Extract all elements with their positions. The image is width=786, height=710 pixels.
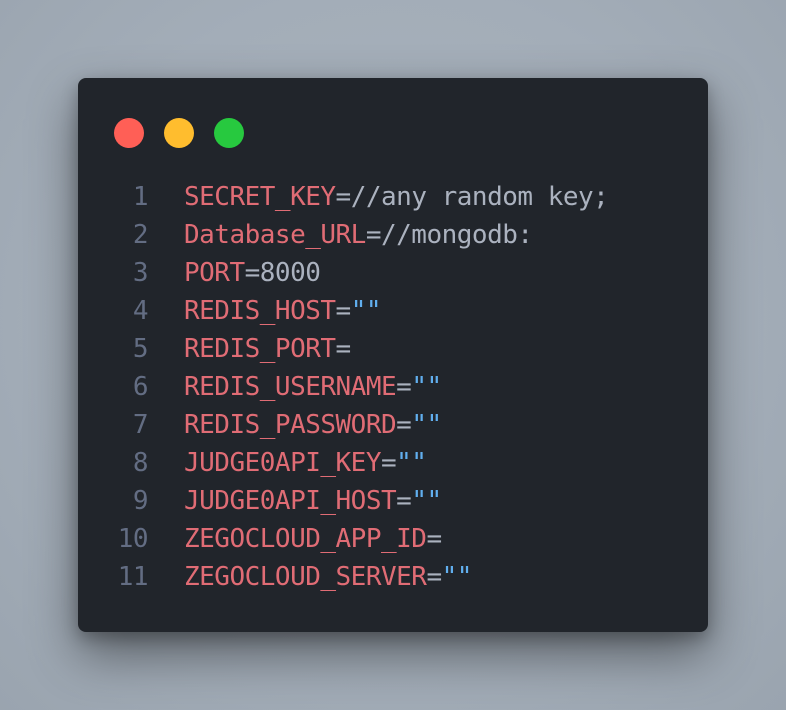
- code-line: 7 REDIS_PASSWORD="": [78, 406, 708, 444]
- equals-sign: =: [396, 486, 412, 516]
- env-string: "": [396, 448, 427, 478]
- env-key: REDIS_PORT: [184, 334, 336, 364]
- equals-sign: =: [396, 372, 412, 402]
- env-key: JUDGE0API_KEY: [184, 448, 382, 478]
- env-key: REDIS_USERNAME: [184, 372, 397, 402]
- equals-sign: =: [426, 562, 442, 592]
- code-line: 10 ZEGOCLOUD_APP_ID=: [78, 520, 708, 558]
- equals-sign: =: [244, 258, 261, 288]
- env-value: //any random key;: [350, 182, 609, 212]
- maximize-dot-icon[interactable]: [214, 118, 244, 148]
- line-number: 9: [132, 486, 149, 516]
- line-number: 6: [132, 372, 149, 402]
- code-line: 8 JUDGE0API_KEY="": [78, 444, 708, 482]
- code-block: 1 SECRET_KEY=//any random key; 2 Database_…: [78, 178, 708, 596]
- env-value: 8000: [259, 258, 321, 288]
- minimize-dot-icon[interactable]: [164, 118, 194, 148]
- equals-sign: =: [365, 220, 382, 250]
- code-line: 2 Database_URL=//mongodb:: [78, 216, 708, 254]
- line-number: 11: [117, 562, 149, 592]
- env-string: "": [411, 372, 442, 402]
- code-line: 4 REDIS_HOST="": [78, 292, 708, 330]
- equals-sign: =: [335, 182, 352, 212]
- equals-sign: =: [335, 296, 352, 326]
- code-line: 11 ZEGOCLOUD_SERVER="": [78, 558, 708, 596]
- env-string: "": [411, 486, 442, 516]
- env-string: "": [411, 410, 442, 440]
- code-line: 5 REDIS_PORT=: [78, 330, 708, 368]
- line-number: 3: [132, 258, 149, 288]
- code-line: 6 REDIS_USERNAME="": [78, 368, 708, 406]
- code-line: 3 PORT=8000: [78, 254, 708, 292]
- equals-sign: =: [335, 334, 352, 364]
- line-number: 5: [132, 334, 149, 364]
- equals-sign: =: [426, 524, 442, 554]
- line-number: 1: [132, 182, 149, 212]
- env-key: ZEGOCLOUD_SERVER: [184, 562, 427, 592]
- line-number: 4: [132, 296, 149, 326]
- line-number: 8: [132, 448, 149, 478]
- equals-sign: =: [396, 410, 412, 440]
- window-controls: [114, 118, 244, 148]
- env-key: Database_URL: [184, 220, 366, 250]
- env-value: //mongodb:: [381, 220, 533, 250]
- line-number: 10: [117, 524, 149, 554]
- env-string: "": [350, 296, 382, 326]
- env-string: "": [441, 562, 473, 592]
- env-key: JUDGE0API_HOST: [184, 486, 397, 516]
- close-dot-icon[interactable]: [114, 118, 144, 148]
- env-key: PORT: [184, 258, 245, 288]
- env-key: ZEGOCLOUD_APP_ID: [184, 524, 427, 554]
- code-window: 1 SECRET_KEY=//any random key; 2 Database_…: [78, 78, 708, 632]
- env-key: REDIS_HOST: [184, 296, 336, 326]
- line-number: 2: [132, 220, 149, 250]
- code-line: 9 JUDGE0API_HOST="": [78, 482, 708, 520]
- env-key: SECRET_KEY: [184, 182, 336, 212]
- line-number: 7: [132, 410, 149, 440]
- env-key: REDIS_PASSWORD: [184, 410, 397, 440]
- code-line: 1 SECRET_KEY=//any random key;: [78, 178, 708, 216]
- equals-sign: =: [381, 448, 397, 478]
